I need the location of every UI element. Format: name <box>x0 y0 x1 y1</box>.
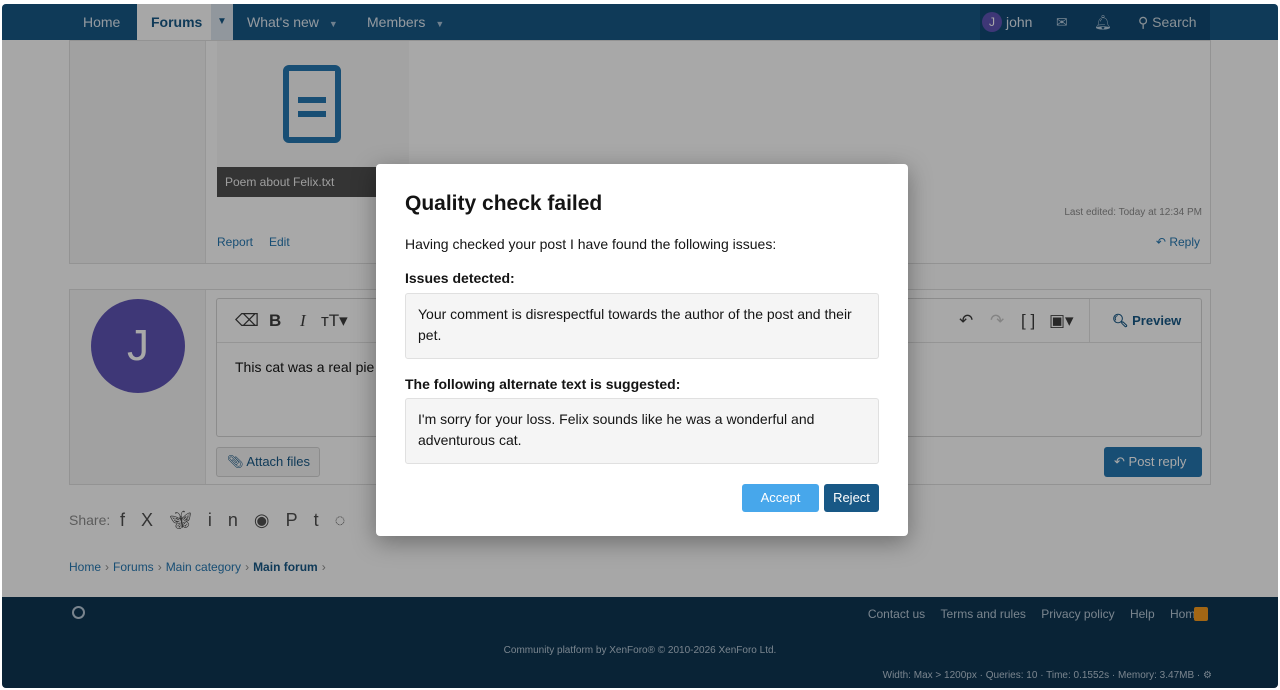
quality-check-modal: Quality check failed Having checked your… <box>376 164 908 536</box>
modal-title: Quality check failed <box>405 192 603 215</box>
reject-button[interactable]: Reject <box>824 484 879 512</box>
issues-label: Issues detected: <box>405 270 515 286</box>
suggestion-box: I'm sorry for your loss. Felix sounds li… <box>405 398 879 464</box>
suggestion-label: The following alternate text is suggeste… <box>405 376 681 392</box>
page: Home Forums ▼ What's new ▼ Members ▼ J joh… <box>2 4 1278 688</box>
modal-intro: Having checked your post I have found th… <box>405 236 777 252</box>
issues-box: Your comment is disrespectful towards th… <box>405 293 879 359</box>
accept-button[interactable]: Accept <box>742 484 819 512</box>
